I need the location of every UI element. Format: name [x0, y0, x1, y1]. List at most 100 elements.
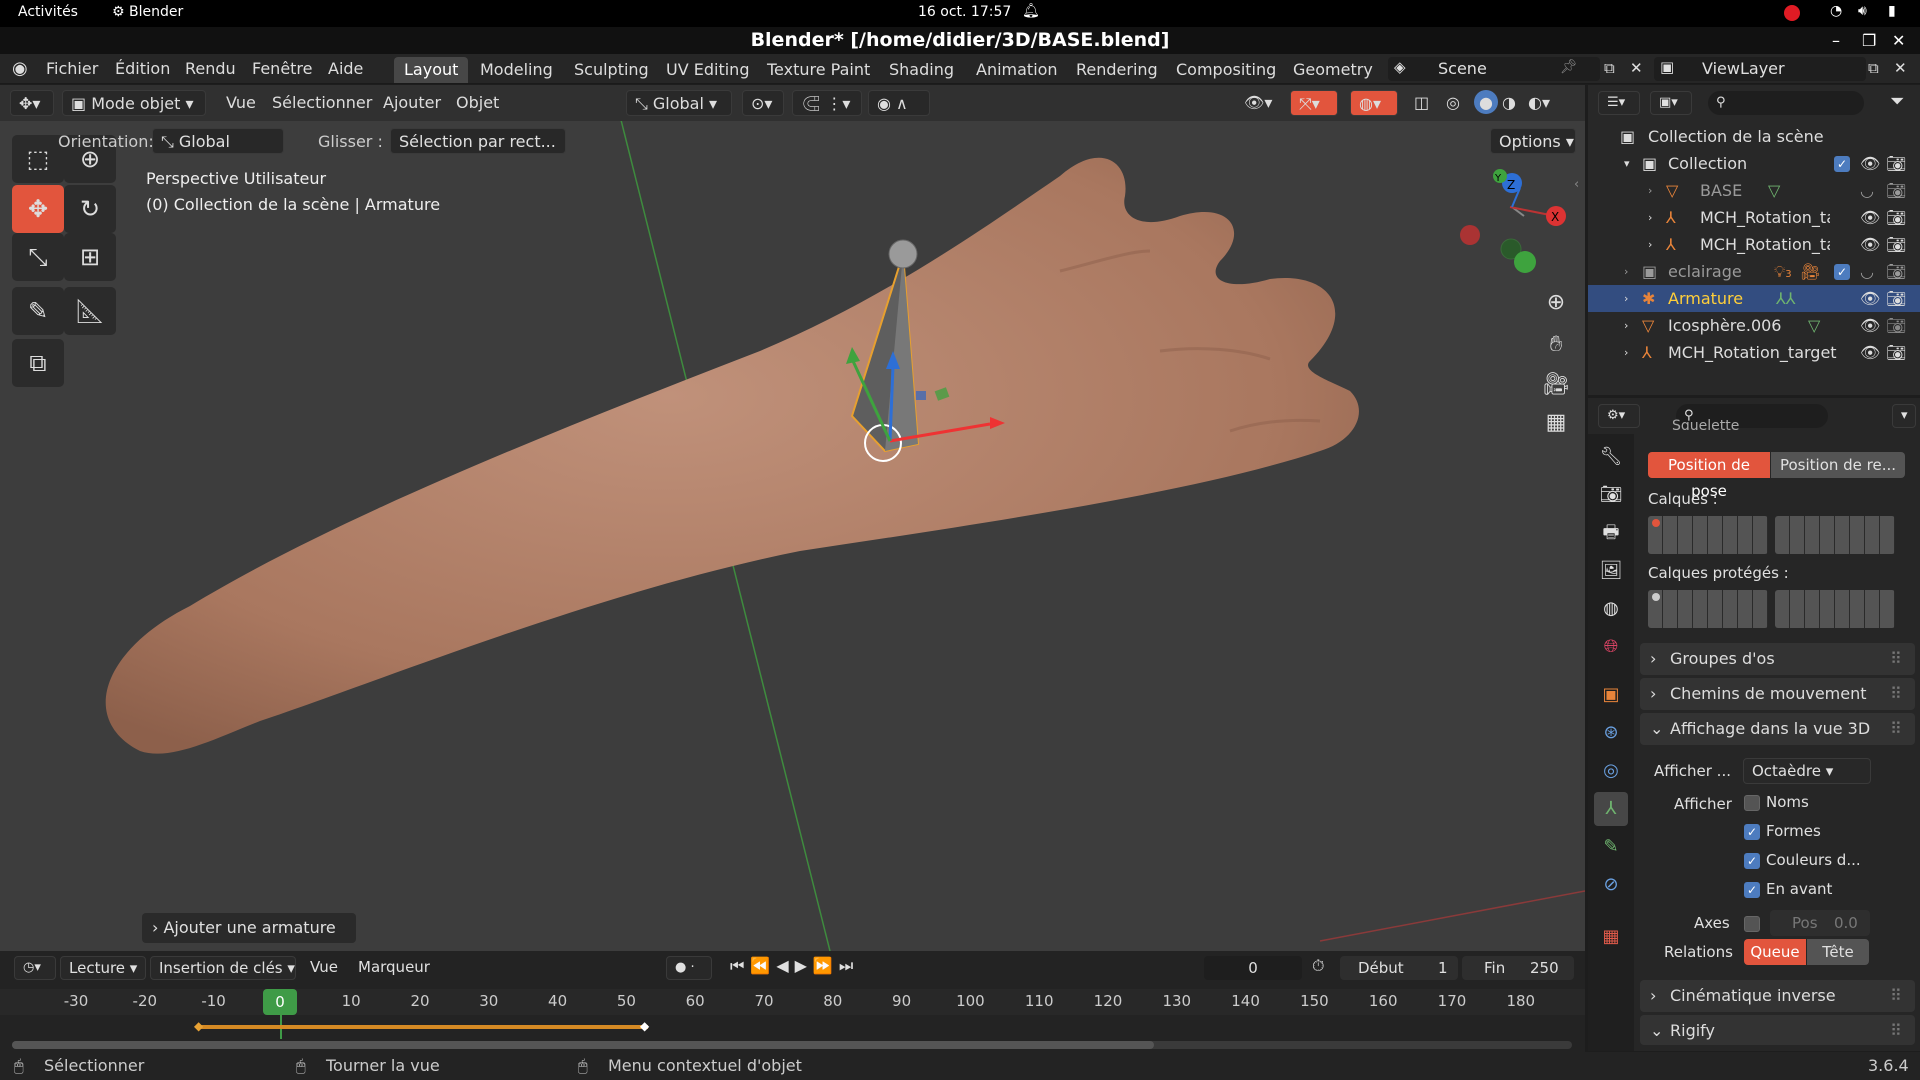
checkbox[interactable]: ✓: [1744, 852, 1760, 869]
move-tool[interactable]: ✥: [12, 185, 64, 233]
clock[interactable]: 16 oct. 17:57: [918, 4, 1011, 20]
menu-rendu[interactable]: Rendu: [185, 54, 236, 84]
frame-ruler[interactable]: -30 -20 -10 10 20 30 40 50 60 70 80 90 100 110 120 130 1…: [0, 989, 1585, 1015]
annotate-tool[interactable]: ✎: [12, 287, 64, 335]
exclude-checkbox[interactable]: ✓: [1834, 156, 1850, 172]
playhead[interactable]: 0: [263, 989, 297, 1015]
world-tab-icon[interactable]: 🌐︎: [1594, 630, 1628, 664]
expand-icon[interactable]: ›: [1648, 231, 1652, 258]
zoom-icon[interactable]: ⊕: [1538, 285, 1574, 321]
material-shading-icon[interactable]: ◑: [1502, 90, 1516, 116]
outliner-editor-icon[interactable]: ☰▾: [1598, 91, 1640, 115]
wifi-icon[interactable]: ◔: [1830, 3, 1842, 19]
gizmo-toggle-icon[interactable]: ⤧▾: [1290, 90, 1338, 116]
pin-icon[interactable]: 📌︎: [1560, 59, 1578, 75]
mode-dropdown[interactable]: ▣ Mode objet ▾: [62, 90, 206, 116]
panel-bone-groups[interactable]: › Groupes d'os ⠿: [1640, 643, 1915, 675]
new-viewlayer-icon[interactable]: ⧉: [1868, 59, 1879, 77]
display-as-dropdown[interactable]: Octaèdre ▾: [1743, 758, 1871, 784]
timeline-view-menu[interactable]: Vue: [310, 958, 338, 976]
show-in-front-checkbox[interactable]: ✓ En avant: [1744, 880, 1832, 898]
scrollbar-thumb[interactable]: [12, 1041, 1154, 1049]
close-icon[interactable]: ✕: [1892, 27, 1905, 54]
maximize-icon[interactable]: ❐: [1862, 27, 1876, 54]
drag-handle-icon[interactable]: ⠿: [1890, 643, 1902, 675]
exclude-checkbox[interactable]: ✓: [1834, 264, 1850, 280]
timeline-editor-icon[interactable]: ◷▾: [14, 956, 56, 980]
start-frame-field[interactable]: Début 1: [1340, 956, 1458, 980]
drag-dropdown[interactable]: Sélection par rect...: [390, 128, 566, 154]
eye-closed-icon[interactable]: ◡: [1860, 177, 1874, 204]
panel-motion-paths[interactable]: › Chemins de mouvement ⠿: [1640, 678, 1915, 710]
tab-animation[interactable]: Animation: [966, 57, 1068, 83]
protected-layers-grid-1[interactable]: [1648, 590, 1768, 628]
viewport-3d[interactable]: Z X Y ⬚ ⊕ ✥ ↻ ⤡ ⊞ ✎ 📐︎ ⧉ Orientation: ⤡ …: [0, 121, 1585, 951]
outliner-row-mch-1[interactable]: › ⅄ MCH_Rotation_ta 👁︎ 📷︎: [1588, 204, 1920, 231]
tab-texture-paint[interactable]: Texture Paint: [757, 57, 880, 83]
render-tab-icon[interactable]: 📷︎: [1594, 478, 1628, 512]
proportional-edit-icon[interactable]: ◉ ∧: [868, 90, 930, 116]
timeline-scrollbar[interactable]: [12, 1041, 1572, 1049]
tab-sculpting[interactable]: Sculpting: [564, 57, 659, 83]
transform-tool[interactable]: ⊞: [64, 233, 116, 281]
outliner-row-collection[interactable]: ▾ ▣ Collection ✓ 👁︎ 📷︎: [1588, 150, 1920, 177]
outliner-row-armature[interactable]: › ✱ Armature ⅄⅄ 👁︎ 📷︎: [1588, 285, 1920, 312]
checkbox[interactable]: [1744, 794, 1760, 811]
properties-editor-icon[interactable]: ⚙▾: [1598, 404, 1640, 428]
measure-tool[interactable]: 📐︎: [64, 287, 116, 335]
camera-icon[interactable]: 📷︎: [1886, 258, 1906, 285]
tool-tab-icon[interactable]: 🔧︎: [1594, 440, 1628, 474]
camera-icon[interactable]: 📷︎: [1886, 150, 1906, 177]
add-cube-tool[interactable]: ⧉: [12, 339, 64, 387]
tab-uv-editing[interactable]: UV Editing: [656, 57, 759, 83]
menu-fichier[interactable]: Fichier: [46, 54, 98, 84]
transform-orientation-dropdown[interactable]: ⤡ Global ▾: [626, 90, 732, 116]
expand-icon[interactable]: ›: [1624, 258, 1628, 285]
camera-icon[interactable]: 📷︎: [1886, 285, 1906, 312]
options-dropdown[interactable]: Options ▾: [1490, 128, 1576, 154]
xray-icon[interactable]: ◫: [1414, 90, 1429, 116]
keying-menu[interactable]: Insertion de clés ▾: [150, 956, 296, 980]
rendered-shading-icon[interactable]: ◐▾: [1528, 90, 1550, 116]
marker-menu[interactable]: Marqueur: [358, 958, 430, 976]
checkbox[interactable]: ✓: [1744, 881, 1760, 898]
expand-icon[interactable]: ▾: [1624, 150, 1630, 177]
pivot-icon[interactable]: ⊙▾: [742, 90, 784, 116]
camera-icon[interactable]: 🎥︎: [1538, 367, 1574, 403]
menu-aide[interactable]: Aide: [328, 54, 363, 84]
panel-rigify[interactable]: ⌄ Rigify ⠿: [1640, 1015, 1915, 1045]
outliner-row-mch-2[interactable]: › ⅄ MCH_Rotation_ta 👁︎ 📷︎: [1588, 231, 1920, 258]
menu-selectionner[interactable]: Sélectionner: [272, 90, 372, 116]
playback-menu[interactable]: Lecture ▾: [60, 956, 146, 980]
overlay-toggle-icon[interactable]: ◍▾: [1350, 90, 1398, 116]
eye-closed-icon[interactable]: ◡: [1860, 258, 1874, 285]
viewport-canvas[interactable]: Z X Y: [0, 121, 1585, 951]
layers-grid-2[interactable]: [1775, 516, 1895, 554]
minimize-icon[interactable]: –: [1832, 27, 1840, 54]
physics-tab-icon[interactable]: ◎: [1594, 754, 1628, 788]
checkbox[interactable]: ✓: [1744, 823, 1760, 840]
keyframe-diamond[interactable]: ◆: [194, 1019, 203, 1033]
snap-icon[interactable]: 🧲︎ ⋮▾: [792, 90, 862, 116]
outliner-row-base[interactable]: › ▽ BASE ▽ ◡ 📷︎: [1588, 177, 1920, 204]
show-group-colors-checkbox[interactable]: ✓ Couleurs d...: [1744, 851, 1861, 869]
record-icon[interactable]: [1784, 5, 1800, 21]
relations-tail-button[interactable]: Queue: [1744, 939, 1806, 965]
visibility-icon[interactable]: 👁︎▾: [1244, 90, 1272, 116]
menu-objet[interactable]: Objet: [456, 90, 499, 116]
eye-icon[interactable]: 👁︎: [1860, 285, 1880, 312]
keyframe-diamond[interactable]: ◆: [640, 1019, 649, 1033]
tab-shading[interactable]: Shading: [879, 57, 964, 83]
panel-viewport-display[interactable]: ⌄ Affichage dans la vue 3D ⠿: [1640, 713, 1915, 745]
select-box-tool[interactable]: ⬚: [12, 135, 64, 183]
menu-edition[interactable]: Édition: [115, 54, 170, 84]
output-tab-icon[interactable]: 🖶: [1594, 516, 1628, 550]
playback-controls[interactable]: ⏮⏪◀▶⏩⏭: [730, 956, 859, 976]
wireframe-shading-icon[interactable]: ◎: [1446, 90, 1460, 116]
object-tab-icon[interactable]: ▣: [1594, 678, 1628, 712]
eye-icon[interactable]: 👁︎: [1860, 231, 1880, 258]
menu-ajouter[interactable]: Ajouter: [383, 90, 441, 116]
tab-rendering[interactable]: Rendering: [1066, 57, 1168, 83]
rotate-tool[interactable]: ↻: [64, 185, 116, 233]
expand-icon[interactable]: ›: [1624, 285, 1628, 312]
